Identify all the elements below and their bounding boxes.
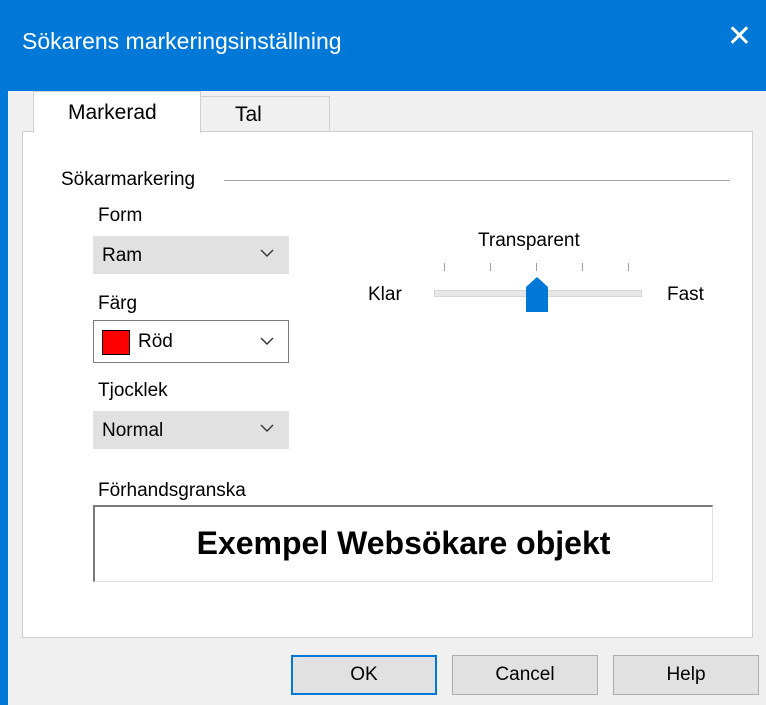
chevron-down-icon: [260, 249, 274, 257]
transparency-label: Transparent: [478, 230, 580, 251]
title-bar: Sökarens markeringsinställning ✕: [0, 0, 766, 91]
slider-tick: [536, 263, 537, 271]
tab-tal[interactable]: Tal: [200, 96, 330, 131]
preview-box: Exempel Websökare objekt: [93, 505, 713, 582]
color-value: Röd: [138, 331, 173, 352]
slider-tick: [444, 263, 445, 271]
shape-select[interactable]: Ram: [93, 236, 289, 274]
shape-label: Form: [98, 205, 143, 226]
slider-tick: [628, 263, 629, 271]
slider-max-label: Fast: [667, 284, 704, 305]
shape-value: Ram: [102, 245, 143, 266]
slider-tick: [490, 263, 491, 271]
thickness-select[interactable]: Normal: [93, 411, 289, 449]
window-title: Sökarens markeringsinställning: [22, 28, 342, 54]
slider-min-label: Klar: [368, 284, 402, 305]
tab-markerad[interactable]: Markerad: [33, 91, 201, 133]
ok-button[interactable]: OK: [291, 655, 437, 695]
thickness-label: Tjocklek: [98, 380, 168, 401]
thickness-value: Normal: [102, 420, 164, 441]
tab-label: Markerad: [68, 101, 157, 124]
window-border: [0, 91, 8, 705]
tab-label: Tal: [235, 103, 262, 126]
chevron-down-icon: [260, 424, 274, 432]
help-button[interactable]: Help: [613, 655, 759, 695]
close-icon[interactable]: ✕: [727, 22, 752, 52]
preview-text: Exempel Websökare objekt: [196, 525, 611, 561]
transparency-slider-thumb[interactable]: [526, 277, 548, 312]
cancel-button[interactable]: Cancel: [452, 655, 598, 695]
chevron-down-icon: [260, 337, 274, 345]
group-divider: [224, 180, 730, 181]
preview-label: Förhandsgranska: [98, 480, 246, 501]
group-label: Sökarmarkering: [61, 169, 196, 190]
color-select[interactable]: Röd: [93, 320, 289, 363]
color-swatch: [102, 330, 130, 355]
slider-tick: [582, 263, 583, 271]
color-label: Färg: [98, 293, 138, 314]
